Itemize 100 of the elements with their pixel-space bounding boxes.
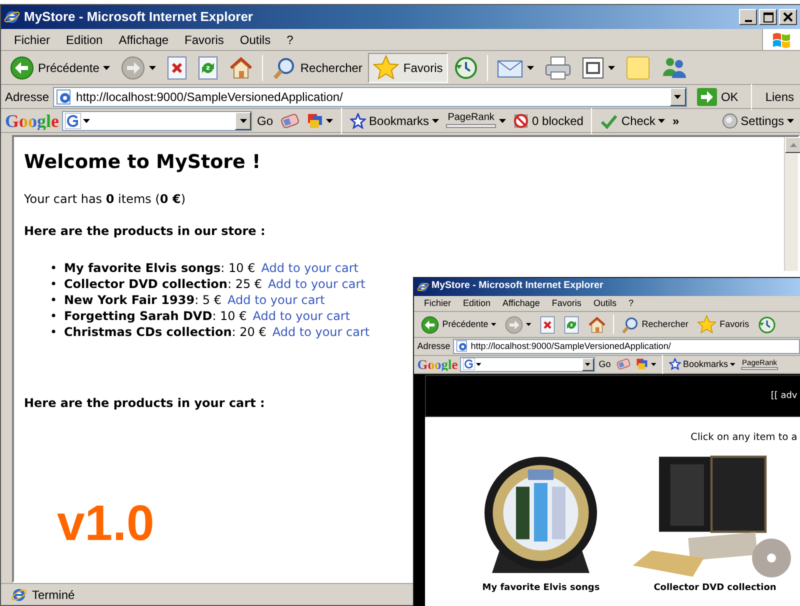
links-button[interactable]: Liens <box>759 88 800 106</box>
search-button[interactable]: Rechercher <box>267 52 368 82</box>
address-label: Adresse <box>417 340 450 352</box>
minimize-button[interactable] <box>739 9 757 25</box>
pagerank-meter <box>446 124 496 128</box>
page-icon <box>56 88 72 104</box>
up-arrow-icon <box>790 143 796 147</box>
highlighter-icon <box>307 112 324 128</box>
blocked-icon <box>513 112 530 128</box>
stop-icon <box>167 56 188 80</box>
pagerank-button[interactable]: PageRank <box>444 113 508 128</box>
bullet: • <box>50 308 58 324</box>
settings-button[interactable]: Settings <box>720 112 796 130</box>
forward-icon <box>505 316 524 334</box>
menu-item[interactable]: Edition <box>59 30 110 50</box>
menu-item[interactable]: Outils <box>232 30 278 50</box>
menu-item[interactable]: Fichier <box>418 296 456 311</box>
home-icon <box>229 56 254 80</box>
menu-item[interactable]: ? <box>623 296 639 311</box>
add-to-cart-link[interactable]: Add to your cart <box>272 324 370 339</box>
search-button[interactable]: Rechercher <box>616 313 692 336</box>
banner-text: [[ adv <box>770 390 798 402</box>
address-field[interactable]: http://localhost:9000/SampleVersionedApplication/ <box>53 86 687 106</box>
product-price: : 25 € <box>227 276 262 291</box>
product-name: Christmas CDs collection <box>64 324 232 339</box>
caret-icon <box>585 362 591 366</box>
favorites-button[interactable]: Favoris <box>693 313 754 336</box>
google-logo: Google <box>5 112 59 130</box>
menu-item[interactable]: Fichier <box>7 30 58 50</box>
menu-item[interactable]: Edition <box>458 296 496 311</box>
pagerank-meter <box>740 366 778 370</box>
product-caption[interactable]: My favorite Elvis songs <box>482 582 600 596</box>
stop-icon <box>540 316 556 334</box>
more-button[interactable]: » <box>670 112 682 130</box>
product-name: Collector DVD collection <box>64 276 228 291</box>
search-engine-icon <box>65 112 81 128</box>
product-price: : 10 € <box>212 308 247 323</box>
spellcheck-button[interactable]: Check <box>598 112 668 130</box>
instruction-text: Click on any item to a <box>690 430 798 445</box>
browser-icon <box>4 9 20 25</box>
add-to-cart-link[interactable]: Add to your cart <box>252 308 350 323</box>
window-title: MyStore - Microsoft Internet Explorer <box>24 8 253 26</box>
menu-item[interactable]: Favoris <box>178 30 231 50</box>
menu-item[interactable]: Affichage <box>112 30 176 50</box>
add-to-cart-link[interactable]: Add to your cart <box>261 260 359 275</box>
bookmarks-button[interactable]: Bookmarks <box>348 112 442 130</box>
dropdown-button[interactable] <box>582 358 594 371</box>
product-caption[interactable]: Collector DVD collection <box>654 582 776 596</box>
dropdown-button[interactable] <box>235 112 251 130</box>
scroll-up-button[interactable] <box>785 137 800 153</box>
page-icon <box>456 340 468 352</box>
popup-blocker-button[interactable]: 0 blocked <box>511 112 586 130</box>
bullet: • <box>50 276 58 292</box>
browser-icon <box>416 280 428 293</box>
go-button[interactable]: OK <box>690 88 744 106</box>
history-icon <box>454 56 478 80</box>
section-heading: Here are the products in your cart : <box>24 394 265 412</box>
back-button[interactable]: Précédente <box>417 313 501 336</box>
refresh-icon <box>564 316 580 334</box>
go-button[interactable]: Go <box>597 358 612 371</box>
product-price: : 10 € <box>220 260 256 275</box>
search-field[interactable] <box>460 356 595 372</box>
menu-item[interactable]: ? <box>280 30 300 50</box>
product-price: : 5 € <box>194 292 222 307</box>
refresh-icon <box>198 56 218 80</box>
bookmarks-button[interactable]: Bookmarks <box>667 358 738 371</box>
page-status-icon <box>11 586 27 602</box>
add-to-cart-link[interactable]: Add to your cart <box>228 292 325 307</box>
windows-logo-icon <box>772 30 792 48</box>
search-field[interactable] <box>62 110 252 130</box>
address-field[interactable]: http://localhost:9000/SampleVersionedApplication/ <box>453 338 800 354</box>
home-icon <box>588 316 606 334</box>
history-icon <box>758 316 776 334</box>
highlight-button[interactable] <box>305 112 336 128</box>
star-icon <box>668 358 681 370</box>
menu-item[interactable]: Affichage <box>497 296 546 311</box>
address-label: Adresse <box>5 88 50 106</box>
close-button[interactable] <box>779 9 797 25</box>
add-to-cart-link[interactable]: Add to your cart <box>268 276 366 291</box>
pagerank-button[interactable]: PageRank <box>739 358 780 370</box>
eraser-icon <box>280 112 300 128</box>
caret-icon <box>674 94 682 98</box>
favorites-button[interactable]: Favoris <box>368 52 448 82</box>
page-heading: Welcome to MyStore ! <box>24 151 261 174</box>
product-name: My favorite Elvis songs <box>64 260 221 275</box>
menu-item[interactable]: Outils <box>588 296 622 311</box>
highlight-button[interactable] <box>634 358 658 370</box>
google-logo: Google <box>417 358 458 371</box>
search-icon <box>272 56 296 80</box>
maximize-button[interactable] <box>759 9 777 25</box>
status-text: Terminé <box>32 586 75 604</box>
star-icon <box>373 54 400 80</box>
back-button[interactable]: Précédente <box>5 52 116 82</box>
version-label: v1.0 <box>57 498 154 548</box>
printer-icon <box>544 56 571 80</box>
dropdown-button[interactable] <box>670 88 686 106</box>
window-title: MyStore - Microsoft Internet Explorer <box>432 279 604 294</box>
menu-item[interactable]: Favoris <box>546 296 587 311</box>
go-button[interactable]: Go <box>255 112 276 130</box>
pagerank-label: PageRank <box>741 358 778 366</box>
